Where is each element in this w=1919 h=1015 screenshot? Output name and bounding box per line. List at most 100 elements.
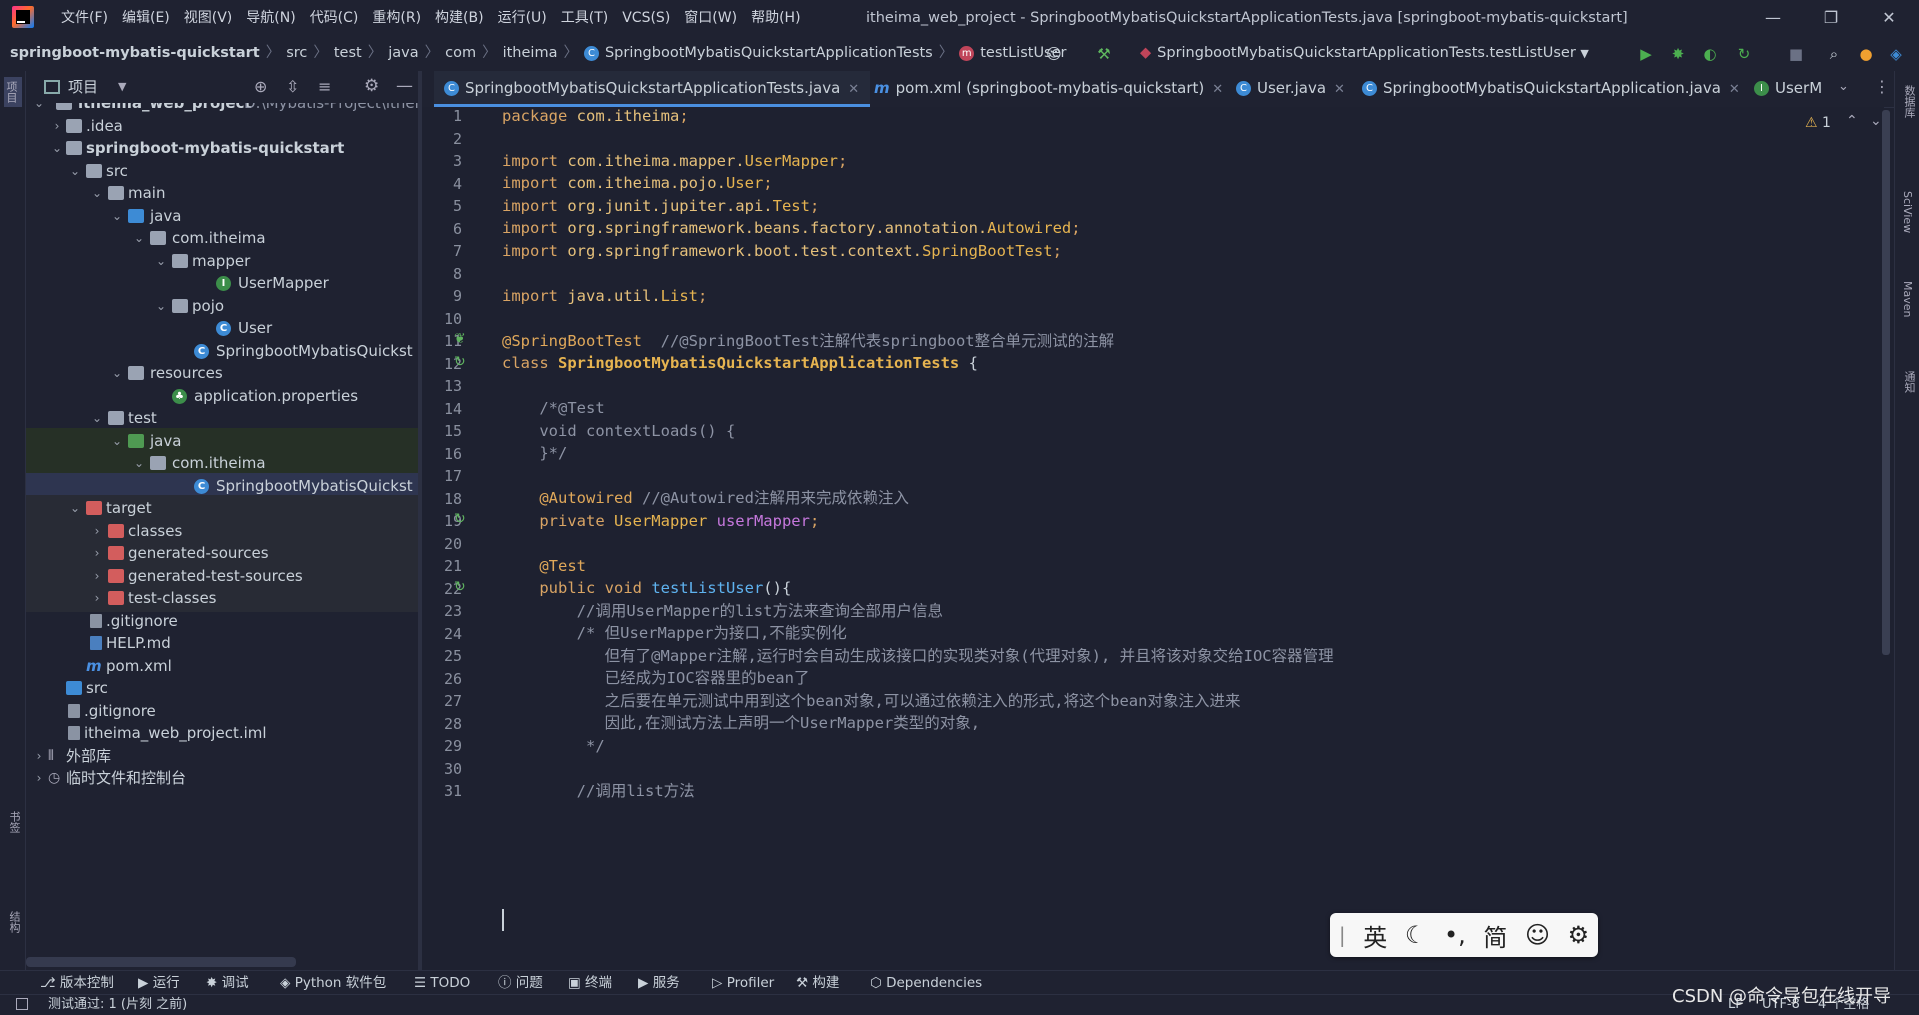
next-highlight-icon[interactable]: ⌄: [1870, 113, 1882, 129]
minimize-button[interactable]: —: [1750, 0, 1796, 36]
tool-problems[interactable]: ⓘ 问题: [498, 971, 543, 995]
horizontal-scrollbar[interactable]: [26, 957, 296, 967]
editor-scrollbar[interactable]: [1882, 110, 1890, 655]
chevron-down-icon[interactable]: ▼: [118, 71, 126, 103]
ime-handle-icon[interactable]: |: [1339, 923, 1346, 947]
run-gutter-icon[interactable]: ↻: [454, 354, 466, 370]
ime-charset-toggle[interactable]: 简: [1483, 918, 1507, 953]
maven-tool-button[interactable]: Maven: [1901, 281, 1914, 317]
run-config-icon: ◆: [1140, 45, 1152, 61]
tool-build[interactable]: ⚒ 构建: [796, 971, 839, 995]
plugin-icon[interactable]: ◈: [1886, 44, 1906, 64]
coverage-icon[interactable]: ◐: [1700, 44, 1720, 64]
run-configuration-select[interactable]: ◆ SpringbootMybatisQuickstartApplicationT…: [1140, 36, 1589, 71]
notifications-tool-button[interactable]: 通知: [1901, 371, 1917, 393]
gear-icon[interactable]: ⚙: [364, 76, 379, 96]
run-config-label: SpringbootMybatisQuickstartApplicationTe…: [1157, 45, 1576, 61]
close-icon[interactable]: ✕: [1334, 82, 1345, 97]
tool-terminal[interactable]: ▣ 终端: [568, 971, 612, 995]
more-icon[interactable]: ⋮: [1874, 77, 1890, 96]
smiley-icon[interactable]: ☺: [1525, 921, 1550, 949]
close-window-button[interactable]: ✕: [1866, 0, 1912, 36]
close-icon[interactable]: ✕: [848, 82, 859, 97]
tab-application-tests[interactable]: C SpringbootMybatisQuickstartApplicationT…: [434, 71, 870, 107]
code-line-16: }*/: [502, 444, 568, 462]
tool-debug[interactable]: ✸ 调试: [206, 971, 249, 995]
breadcrumb-test[interactable]: test: [334, 36, 362, 71]
punctuation-icon[interactable]: •,: [1444, 921, 1466, 949]
search-icon[interactable]: ⌕: [1824, 44, 1844, 64]
tool-services[interactable]: ▶ 服务: [638, 971, 680, 995]
navigate-bean-icon[interactable]: ↻: [454, 511, 466, 527]
menu-window[interactable]: 窗口(W): [677, 0, 744, 36]
update-icon[interactable]: ●: [1856, 44, 1876, 64]
interface-icon: I: [1754, 81, 1769, 96]
status-message[interactable]: 测试通过: 1 (片刻 之前): [48, 995, 187, 1015]
close-icon[interactable]: ✕: [1729, 82, 1740, 97]
breadcrumb-src[interactable]: src: [286, 36, 307, 71]
menu-edit[interactable]: 编辑(E): [115, 0, 177, 36]
debug-icon[interactable]: ✸: [1668, 44, 1688, 64]
user-icon[interactable]: ☺: [1044, 44, 1064, 64]
ime-toolbar: | 英 ☾ •, 简 ☺ ⚙: [1330, 913, 1598, 957]
run-icon[interactable]: ▶: [1636, 44, 1656, 64]
collapse-all-icon[interactable]: ≡: [318, 77, 331, 96]
breadcrumb-module[interactable]: springboot-mybatis-quickstart: [10, 36, 260, 71]
breadcrumb-class[interactable]: SpringbootMybatisQuickstartApplicationTe…: [605, 36, 933, 71]
stop-icon[interactable]: ■: [1786, 44, 1806, 64]
menu-file[interactable]: 文件(F): [54, 0, 115, 36]
text-cursor: [502, 909, 504, 931]
code-editor[interactable]: ⚠ 1 ⌃ ⌄ package com.itheima; import com.…: [492, 107, 1884, 970]
tool-todo[interactable]: ☰ TODO: [414, 971, 470, 995]
database-tool-button[interactable]: 数据库: [1901, 85, 1917, 118]
menu-vcs[interactable]: VCS(S): [615, 0, 677, 36]
tab-user[interactable]: C User.java ✕: [1230, 71, 1345, 106]
editor-gutter: 1 2 3 4 5 6 7 8 9 10 11 12 13 14 15 16 17 18 19 20 21 22 23 24 2…: [422, 107, 492, 970]
code-line-29: */: [502, 737, 605, 755]
structure-tool-button[interactable]: 结构: [6, 911, 22, 933]
prev-highlight-icon[interactable]: ⌃: [1846, 113, 1858, 129]
moon-icon[interactable]: ☾: [1405, 921, 1427, 949]
ime-language-toggle[interactable]: 英: [1363, 918, 1387, 953]
bookmarks-tool-button[interactable]: 书签: [6, 811, 22, 833]
settings-gear-icon[interactable]: ⚙: [1568, 921, 1590, 949]
toggle-tool-windows-icon[interactable]: [16, 998, 28, 1010]
menu-tools[interactable]: 工具(T): [554, 0, 615, 36]
warning-icon[interactable]: ⚠ 1: [1805, 115, 1831, 131]
menu-refactor[interactable]: 重构(R): [365, 0, 428, 36]
menu-code[interactable]: 代码(C): [303, 0, 366, 36]
project-panel-title[interactable]: 项目: [68, 71, 98, 103]
class-icon: C: [1236, 81, 1251, 96]
expand-all-icon[interactable]: ⇳: [286, 77, 299, 96]
breadcrumb-com[interactable]: com: [445, 36, 476, 71]
tab-list-chevron-icon[interactable]: ⌄: [1838, 79, 1849, 94]
project-tool-button[interactable]: 项目: [4, 77, 22, 107]
left-tool-strip: 项目 书签 结构: [0, 71, 26, 970]
breadcrumb-java[interactable]: java: [388, 36, 418, 71]
build-hammer-icon[interactable]: ⚒: [1094, 44, 1114, 64]
spring-bean-icon[interactable]: ❦: [454, 331, 466, 347]
tool-dependencies[interactable]: ⬡ Dependencies: [870, 971, 982, 995]
menu-help[interactable]: 帮助(H): [744, 0, 807, 36]
window-title: itheima_web_project - SpringbootMybatisQ…: [866, 10, 1628, 26]
menu-view[interactable]: 视图(V): [177, 0, 240, 36]
menu-build[interactable]: 构建(B): [428, 0, 491, 36]
sciview-tool-button[interactable]: SciView: [1901, 191, 1914, 233]
tool-version-control[interactable]: ⎇ 版本控制: [40, 971, 114, 995]
menu-navigate[interactable]: 导航(N): [239, 0, 302, 36]
tab-pom[interactable]: m pom.xml (springboot-mybatis-quickstart)…: [868, 71, 1223, 106]
run-test-gutter-icon[interactable]: ↻: [454, 579, 466, 595]
hide-panel-icon[interactable]: —: [396, 76, 413, 96]
menu-run[interactable]: 运行(U): [491, 0, 554, 36]
restore-button[interactable]: ❐: [1808, 0, 1854, 36]
tab-usermapper[interactable]: I UserM: [1748, 71, 1822, 106]
tab-application[interactable]: C SpringbootMybatisQuickstartApplication.…: [1356, 71, 1740, 106]
tool-profiler[interactable]: ▷ Profiler: [712, 971, 774, 995]
close-icon[interactable]: ✕: [1212, 82, 1223, 97]
breadcrumb-itheima[interactable]: itheima: [503, 36, 558, 71]
tool-python-packages[interactable]: ◈ Python 软件包: [280, 971, 386, 995]
locate-icon[interactable]: ⊕: [254, 77, 267, 96]
tree-item-scratches[interactable]: › ◷ 临时文件和控制台: [26, 765, 418, 792]
tool-run[interactable]: ▶ 运行: [138, 971, 180, 995]
profile-icon[interactable]: ↻: [1734, 44, 1754, 64]
